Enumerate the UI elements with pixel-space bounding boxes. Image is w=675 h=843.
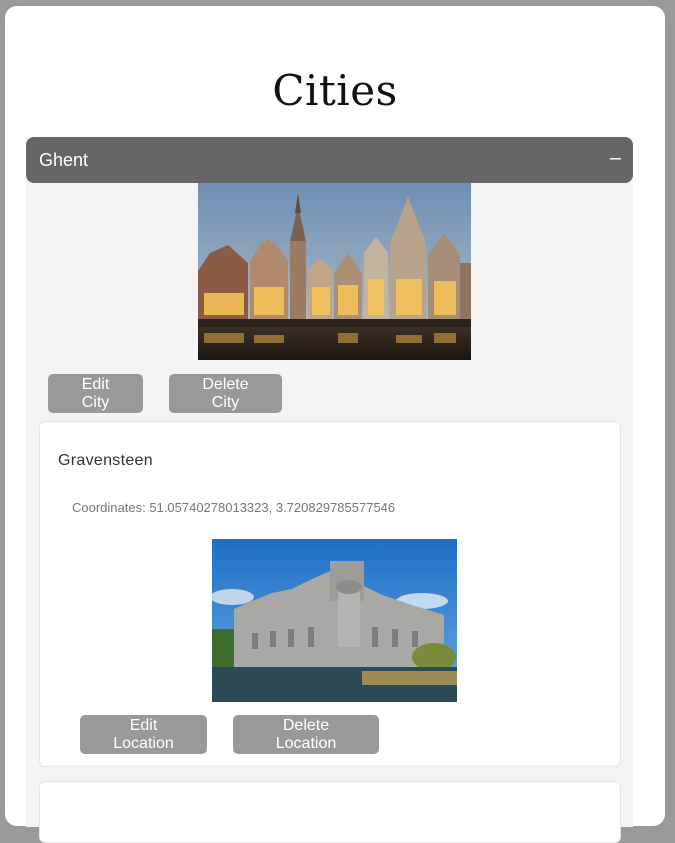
city-name: Ghent — [39, 150, 89, 170]
delete-city-button[interactable]: Delete City — [169, 374, 282, 413]
location-coordinates: Coordinates: 51.05740278013323, 3.720829… — [72, 500, 396, 515]
city-image — [198, 183, 471, 360]
next-location-card — [39, 781, 621, 843]
location-image — [212, 539, 457, 702]
delete-location-button[interactable]: Delete Location — [233, 715, 379, 754]
page-title: Cities — [272, 66, 398, 115]
edit-city-button[interactable]: Edit City — [48, 374, 143, 413]
collapse-icon[interactable]: – — [610, 147, 621, 170]
city-accordion-header[interactable]: Ghent – — [26, 137, 633, 183]
edit-location-button[interactable]: Edit Location — [80, 715, 207, 754]
location-name: Gravensteen — [58, 452, 153, 469]
